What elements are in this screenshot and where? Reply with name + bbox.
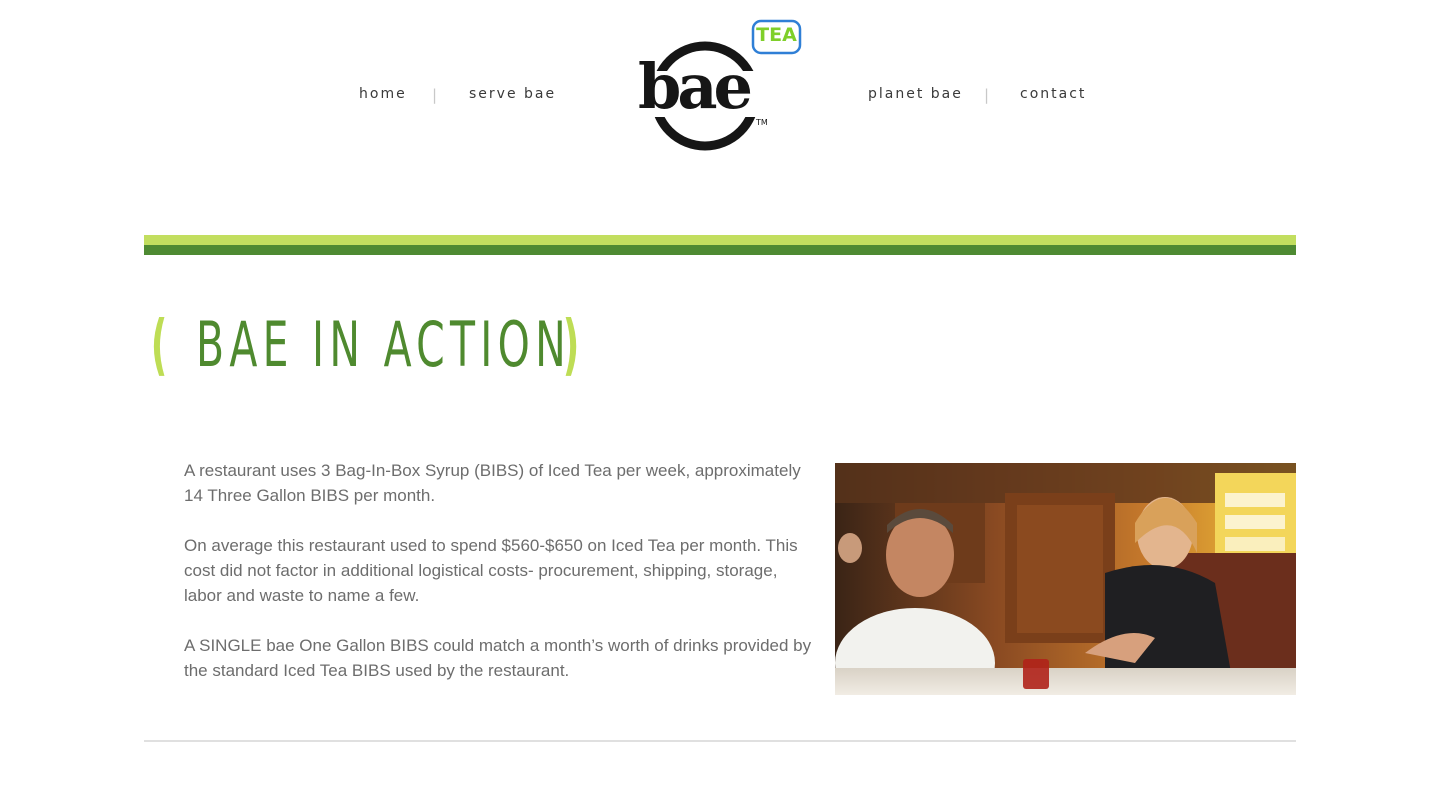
bar-light-green [144,235,1296,245]
nav-link-planet-bae[interactable]: planet bae [868,86,963,102]
heading-bracket-close: ) [562,306,580,383]
nav-link-contact[interactable]: contact [1020,86,1086,102]
nav-separator: | [432,86,440,104]
logo-trademark: TM [756,118,768,127]
body-paragraph: On average this restaurant used to spend… [184,536,798,605]
nav-separator: | [984,86,992,104]
bar-dark-green [144,245,1296,255]
article-body: A restaurant uses 3 Bag-In-Box Syrup (BI… [184,458,814,708]
body-paragraph: A restaurant uses 3 Bag-In-Box Syrup (BI… [184,461,801,505]
restaurant-photo [835,463,1296,695]
bae-tea-logo[interactable]: TEA bae TM [636,16,806,152]
header-color-bars [144,235,1296,255]
nav-link-home[interactable]: home [359,86,407,102]
body-paragraph: A SINGLE bae One Gallon BIBS could match… [184,636,812,680]
bottom-divider [144,740,1296,742]
logo-wordmark: bae [638,50,753,123]
nav-link-serve-bae[interactable]: serve bae [469,86,556,102]
logo-badge-text: TEA [756,24,797,46]
heading-bracket-open: ( [150,306,168,383]
page-title: BAE IN ACTION [196,308,572,381]
section-heading: ( BAE IN ACTION ) [144,305,586,385]
restaurant-scene-image [835,463,1296,695]
